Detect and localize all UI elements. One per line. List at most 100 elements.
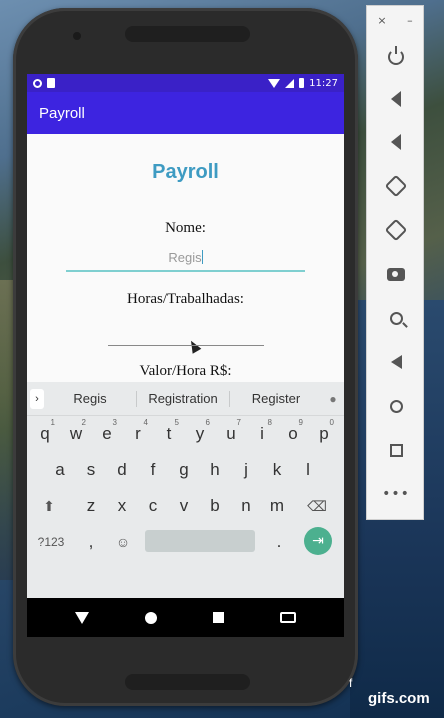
more-button[interactable]: ••• — [382, 481, 410, 507]
horas-input[interactable] — [108, 324, 264, 346]
key-alt-digit: 2 — [81, 418, 86, 427]
suggestion-item[interactable]: Register — [230, 391, 322, 406]
rotate-left-button[interactable] — [383, 173, 409, 199]
rotate-left-icon — [384, 174, 408, 198]
volume-down-icon — [391, 134, 401, 150]
key-alt-digit: 6 — [205, 418, 210, 427]
text-caret — [201, 250, 203, 264]
device-screen: 11:27 Payroll Payroll Nome: Regis Horas/… — [27, 74, 344, 637]
key-q[interactable]: q1 — [31, 416, 59, 452]
back-button[interactable] — [383, 349, 409, 375]
zoom-button[interactable] — [383, 305, 409, 331]
top-speaker — [125, 26, 250, 42]
key-alt-digit: 3 — [112, 418, 117, 427]
key-c[interactable]: c — [139, 488, 167, 524]
home-icon[interactable] — [145, 611, 157, 624]
home-button[interactable] — [383, 393, 409, 419]
key-a[interactable]: a — [46, 452, 74, 488]
enter-key[interactable]: ⇥ — [304, 527, 332, 555]
key-i[interactable]: i8 — [248, 416, 276, 452]
key-k[interactable]: k — [263, 452, 291, 488]
key-e[interactable]: e3 — [93, 416, 121, 452]
period-key[interactable]: . — [265, 524, 293, 560]
key-s[interactable]: s — [77, 452, 105, 488]
nome-label: Nome: — [165, 220, 206, 236]
space-key[interactable] — [145, 530, 255, 552]
home-circle-icon — [389, 399, 403, 413]
minimize-icon[interactable]: – — [407, 14, 413, 27]
backspace-key[interactable]: ⌫ — [303, 488, 331, 524]
shift-icon: ⬆ — [43, 497, 55, 514]
expand-suggestions-button[interactable]: › — [30, 388, 44, 409]
symbols-key[interactable]: ?123 — [33, 524, 69, 560]
back-triangle-icon — [390, 355, 402, 369]
sd-card-icon — [47, 78, 55, 88]
key-n[interactable]: n — [232, 488, 260, 524]
key-letter: e — [102, 424, 112, 443]
key-l[interactable]: l — [294, 452, 322, 488]
key-z[interactable]: z — [77, 488, 105, 524]
key-letter: o — [288, 424, 298, 443]
key-letter: t — [166, 424, 172, 443]
app-bar: Payroll — [27, 92, 344, 134]
recent-apps-icon[interactable] — [213, 612, 224, 623]
gifs-watermark: gifs.com — [368, 690, 430, 707]
backspace-icon: ⌫ — [307, 497, 327, 514]
key-j[interactable]: j — [232, 452, 260, 488]
key-d[interactable]: d — [108, 452, 136, 488]
next-arrow-icon: ⇥ — [312, 533, 324, 549]
key-w[interactable]: w2 — [62, 416, 90, 452]
key-letter: r — [135, 424, 141, 443]
app-bar-title: Payroll — [39, 104, 85, 122]
key-u[interactable]: u7 — [217, 416, 245, 452]
screenshot-button[interactable] — [383, 261, 409, 287]
nome-input-value: Regis — [168, 250, 202, 265]
emoji-key[interactable]: ☺ — [109, 524, 137, 560]
rotate-right-button[interactable] — [383, 217, 409, 243]
camera-icon — [387, 267, 405, 281]
key-r[interactable]: r4 — [124, 416, 152, 452]
key-f[interactable]: f — [139, 452, 167, 488]
soft-keyboard: › Regis Registration Register ● q1w2e3r4… — [27, 382, 344, 598]
key-alt-digit: 0 — [329, 418, 334, 427]
key-y[interactable]: y6 — [186, 416, 214, 452]
page-title: Payroll — [152, 161, 219, 183]
nome-input[interactable]: Regis — [66, 250, 305, 272]
key-o[interactable]: o9 — [279, 416, 307, 452]
battery-icon — [299, 78, 305, 88]
key-m[interactable]: m — [263, 488, 291, 524]
close-icon[interactable]: × — [377, 14, 386, 27]
signal-icon — [285, 78, 295, 88]
key-h[interactable]: h — [201, 452, 229, 488]
comma-key[interactable]: , — [77, 524, 105, 560]
wifi-icon — [268, 78, 281, 88]
suggestion-item[interactable]: Registration — [137, 391, 229, 406]
key-t[interactable]: t5 — [155, 416, 183, 452]
suggestion-item[interactable]: Regis — [44, 391, 136, 406]
key-p[interactable]: p0 — [310, 416, 338, 452]
more-dots-icon: ••• — [382, 486, 410, 502]
power-button[interactable] — [383, 44, 409, 70]
key-letter: w — [69, 424, 83, 443]
keyboard-switch-icon[interactable] — [280, 612, 296, 623]
volume-down-button[interactable] — [383, 129, 409, 155]
back-icon[interactable] — [75, 611, 89, 624]
overview-button[interactable] — [383, 437, 409, 463]
emulator-side-panel: × – ••• — [366, 5, 424, 520]
emoji-icon: ☺ — [115, 534, 131, 550]
key-v[interactable]: v — [170, 488, 198, 524]
key-letter: i — [260, 424, 264, 443]
key-alt-digit: 7 — [236, 418, 241, 427]
key-alt-digit: 9 — [298, 418, 303, 427]
key-g[interactable]: g — [170, 452, 198, 488]
key-letter: u — [226, 424, 236, 443]
keyboard-row-2: asdfghjkl — [27, 452, 344, 488]
volume-up-button[interactable] — [383, 86, 409, 112]
stray-text: f — [349, 676, 353, 690]
key-x[interactable]: x — [108, 488, 136, 524]
keyboard-row-3: ⬆ ⌫ zxcvbnm — [27, 488, 344, 524]
key-b[interactable]: b — [201, 488, 229, 524]
keyboard-row-1: q1w2e3r4t5y6u7i8o9p0 — [27, 416, 344, 452]
shift-key[interactable]: ⬆ — [35, 488, 63, 524]
microphone-icon[interactable]: ● — [322, 392, 344, 406]
